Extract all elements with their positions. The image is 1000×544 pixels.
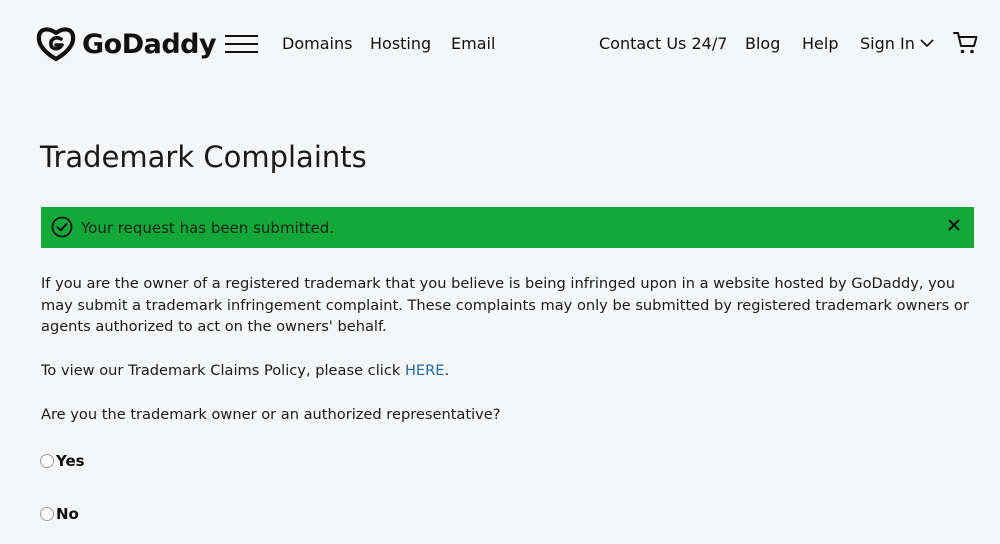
logo-text: GoDaddy — [82, 28, 217, 60]
sign-in-label: Sign In — [860, 34, 915, 53]
policy-prefix: To view our Trademark Claims Policy, ple… — [41, 362, 405, 379]
nav-email[interactable]: Email — [451, 34, 495, 53]
chevron-down-icon — [920, 39, 934, 48]
intro-paragraph: If you are the owner of a registered tra… — [41, 275, 969, 335]
radio-label-yes: Yes — [56, 452, 85, 470]
page-title: Trademark Complaints — [40, 140, 367, 174]
cart-icon — [953, 32, 978, 54]
sign-in-button[interactable]: Sign In — [860, 34, 934, 53]
godaddy-logo[interactable]: GoDaddy — [36, 24, 217, 64]
cart-button[interactable] — [953, 31, 978, 59]
nav-help[interactable]: Help — [802, 34, 838, 53]
close-icon[interactable] — [948, 219, 960, 231]
check-circle-icon — [51, 216, 73, 238]
radio-button-no[interactable] — [40, 507, 54, 521]
nav-hosting[interactable]: Hosting — [370, 34, 431, 53]
site-header: GoDaddy Domains Hosting Email Contact Us… — [0, 0, 1000, 90]
radio-option-yes[interactable]: Yes — [40, 452, 85, 470]
nav-contact-us[interactable]: Contact Us 24/7 — [599, 34, 727, 53]
radio-option-no[interactable]: No — [40, 505, 79, 523]
owner-question: Are you the trademark owner or an author… — [41, 406, 501, 423]
hamburger-menu-icon[interactable] — [225, 33, 258, 55]
success-alert: Your request has been submitted. — [41, 207, 974, 248]
nav-domains[interactable]: Domains — [282, 34, 352, 53]
policy-paragraph: To view our Trademark Claims Policy, ple… — [41, 360, 976, 382]
godaddy-logo-icon — [36, 27, 76, 62]
nav-blog[interactable]: Blog — [745, 34, 780, 53]
alert-message: Your request has been submitted. — [81, 219, 335, 237]
radio-button-yes[interactable] — [40, 454, 54, 468]
radio-label-no: No — [56, 505, 79, 523]
policy-suffix: . — [444, 362, 450, 379]
policy-here-link[interactable]: HERE — [405, 362, 445, 379]
